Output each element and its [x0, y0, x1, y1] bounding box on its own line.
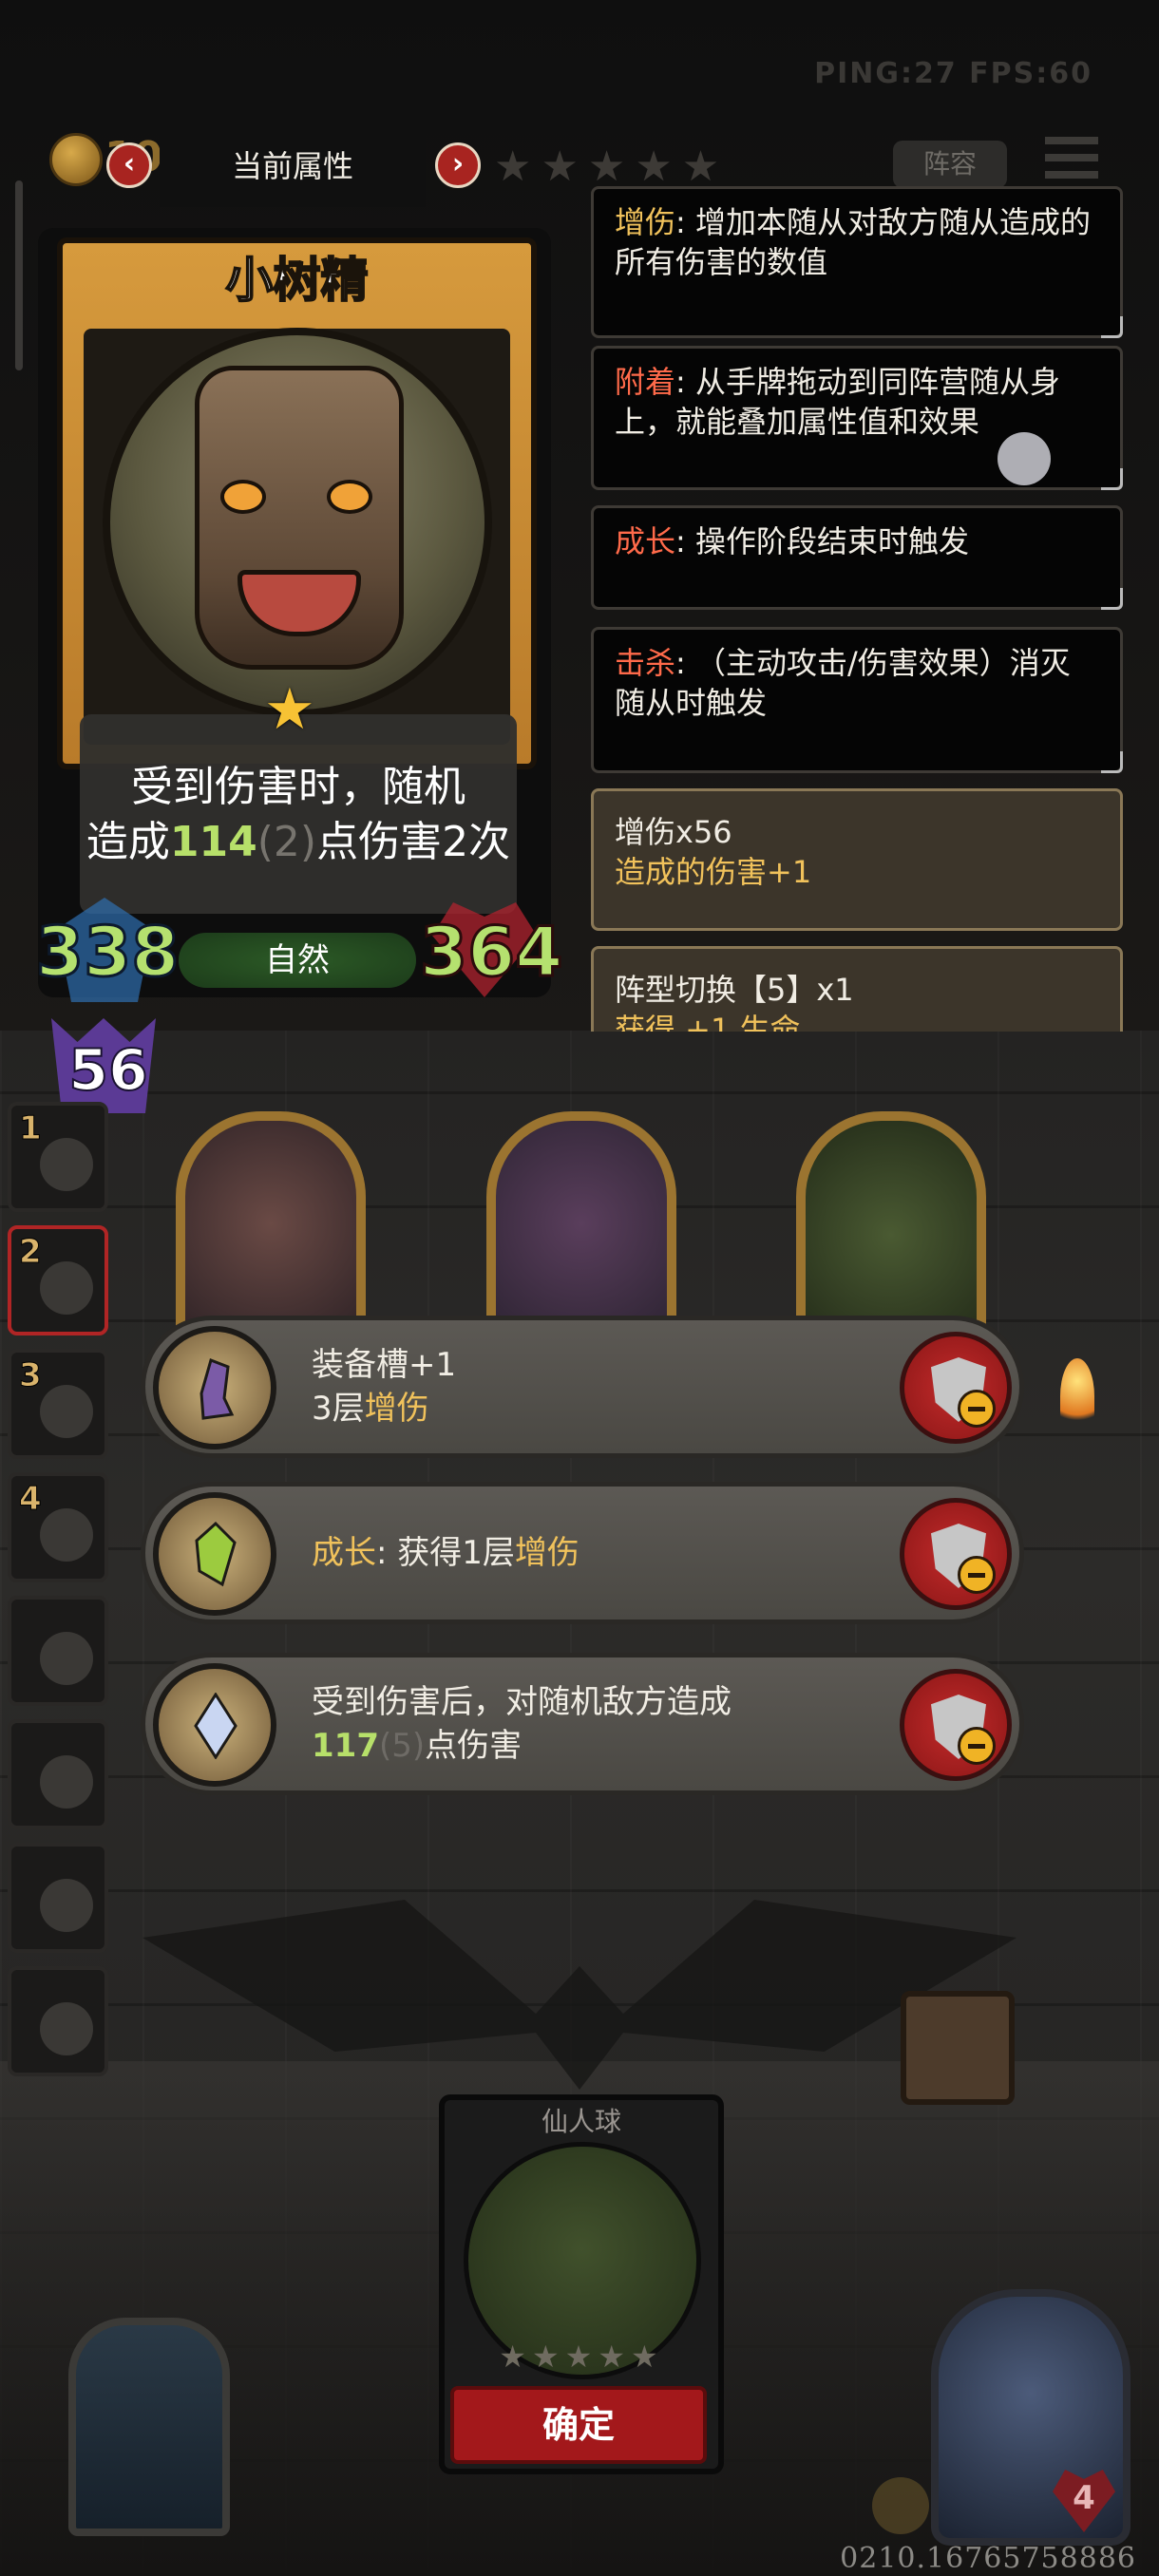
- buff-title: 阵型切换【5】x1: [615, 972, 854, 1008]
- torch-icon: [1060, 1358, 1094, 1434]
- minus-icon: [958, 1390, 996, 1428]
- remove-equipment-button[interactable]: [900, 1498, 1012, 1610]
- gauntlet-icon: [153, 1326, 276, 1449]
- boss-health: 4: [1073, 2479, 1095, 2517]
- skull-icon: [40, 2002, 93, 2055]
- skull-icon: [40, 1755, 93, 1809]
- helmet-icon: [872, 2477, 929, 2534]
- minion-side-list: 1 2 3 4: [8, 1102, 112, 2080]
- equipment-text: 受到伤害后，对随机敌方造成 117(5)点伤害: [312, 1683, 732, 1765]
- side-slot[interactable]: [8, 1843, 108, 1953]
- tier-stars: ★★★★★: [494, 142, 730, 191]
- touch-indicator: [998, 432, 1051, 485]
- minion-avatar: [40, 1508, 93, 1562]
- menu-icon[interactable]: [1045, 137, 1098, 190]
- selected-minion-stars: ★★★★★: [499, 2339, 664, 2375]
- scrollbar[interactable]: [15, 180, 23, 370]
- remove-equipment-button[interactable]: [900, 1332, 1012, 1444]
- selected-minion-name: 仙人球: [541, 2106, 621, 2137]
- hero-ability-text: 受到伤害时，随机 造成114(2)点伤害2次: [80, 714, 517, 914]
- hero-race: 自然: [179, 933, 416, 988]
- minus-icon: [958, 1556, 996, 1594]
- minion-avatar: [40, 1138, 93, 1191]
- green-crystal-icon: [153, 1492, 276, 1616]
- hero-ability-damage: 114: [169, 818, 257, 866]
- skull-icon: [40, 1632, 93, 1685]
- hero-name: 小树精: [225, 252, 370, 309]
- side-slot[interactable]: 3: [8, 1349, 108, 1459]
- confirm-button[interactable]: 确定: [450, 2386, 707, 2464]
- side-slot-selected[interactable]: 2: [8, 1225, 108, 1335]
- treasure-chest-icon[interactable]: [901, 1991, 1015, 2105]
- minus-icon: [958, 1727, 996, 1765]
- hero-ability-line2: 造成114(2)点伤害2次: [86, 818, 511, 866]
- equipment-row: 装备槽+1 3层增伤: [141, 1316, 1024, 1458]
- remove-equipment-button[interactable]: [900, 1669, 1012, 1781]
- prev-arrow-button[interactable]: ‹: [106, 142, 152, 188]
- ping-fps-readout: PING:27 FPS:60: [814, 57, 1092, 90]
- skull-icon: [40, 1879, 93, 1932]
- deck-portal[interactable]: [68, 2318, 230, 2536]
- keyword-box: 成长: 操作阶段结束时触发: [591, 505, 1123, 610]
- hero-attack: 338: [34, 911, 180, 994]
- lineup-button[interactable]: 阵容: [893, 141, 1007, 188]
- keyword-box: 增伤: 增加本随从对敌方随从造成的所有伤害的数值: [591, 186, 1123, 338]
- equipment-text: 成长: 获得1层增伤: [312, 1534, 580, 1572]
- equipment-text: 装备槽+1 3层增伤: [312, 1346, 457, 1428]
- side-slot[interactable]: [8, 1719, 108, 1829]
- level-number: 56: [67, 1036, 149, 1105]
- buff-detail: 获得 +1 生命: [615, 1012, 801, 1032]
- side-slot[interactable]: 1: [8, 1102, 108, 1212]
- equipment-row: 成长: 获得1层增伤: [141, 1482, 1024, 1624]
- hero-ability-line1: 受到伤害时，随机: [131, 763, 466, 811]
- prism-crystal-icon: [153, 1663, 276, 1787]
- minion-avatar: [40, 1385, 93, 1438]
- next-arrow-button[interactable]: ›: [435, 142, 481, 188]
- star-icon: ★: [264, 676, 315, 743]
- keyword-box: 击杀: （主动攻击/伤害效果）消灭随从时触发: [591, 627, 1123, 773]
- side-slot[interactable]: 4: [8, 1472, 108, 1582]
- side-slot[interactable]: [8, 1596, 108, 1706]
- minion-avatar: [40, 1261, 93, 1315]
- buff-box: 增伤x56 造成的伤害+1: [591, 788, 1123, 931]
- treant-eye-right: [327, 480, 372, 514]
- buff-detail: 造成的伤害+1: [615, 854, 812, 890]
- buff-title: 增伤x56: [615, 814, 732, 850]
- coin-icon: [49, 133, 103, 186]
- treant-eye-left: [220, 480, 266, 514]
- equipment-row: 受到伤害后，对随机敌方造成 117(5)点伤害: [141, 1653, 1024, 1795]
- buff-box: 阵型切换【5】x1 获得 +1 生命: [591, 946, 1123, 1032]
- keyword-panel[interactable]: 增伤: 增加本随从对敌方随从造成的所有伤害的数值 附着: 从手牌拖动到同阵营随从…: [583, 186, 1130, 1032]
- hero-health: 364: [418, 911, 563, 994]
- hero-ability-bonus: (2): [256, 818, 317, 866]
- current-attribute-title: 当前属性: [160, 125, 426, 207]
- side-slot[interactable]: [8, 1966, 108, 2076]
- build-version: 0210.16765758886: [840, 2542, 1136, 2575]
